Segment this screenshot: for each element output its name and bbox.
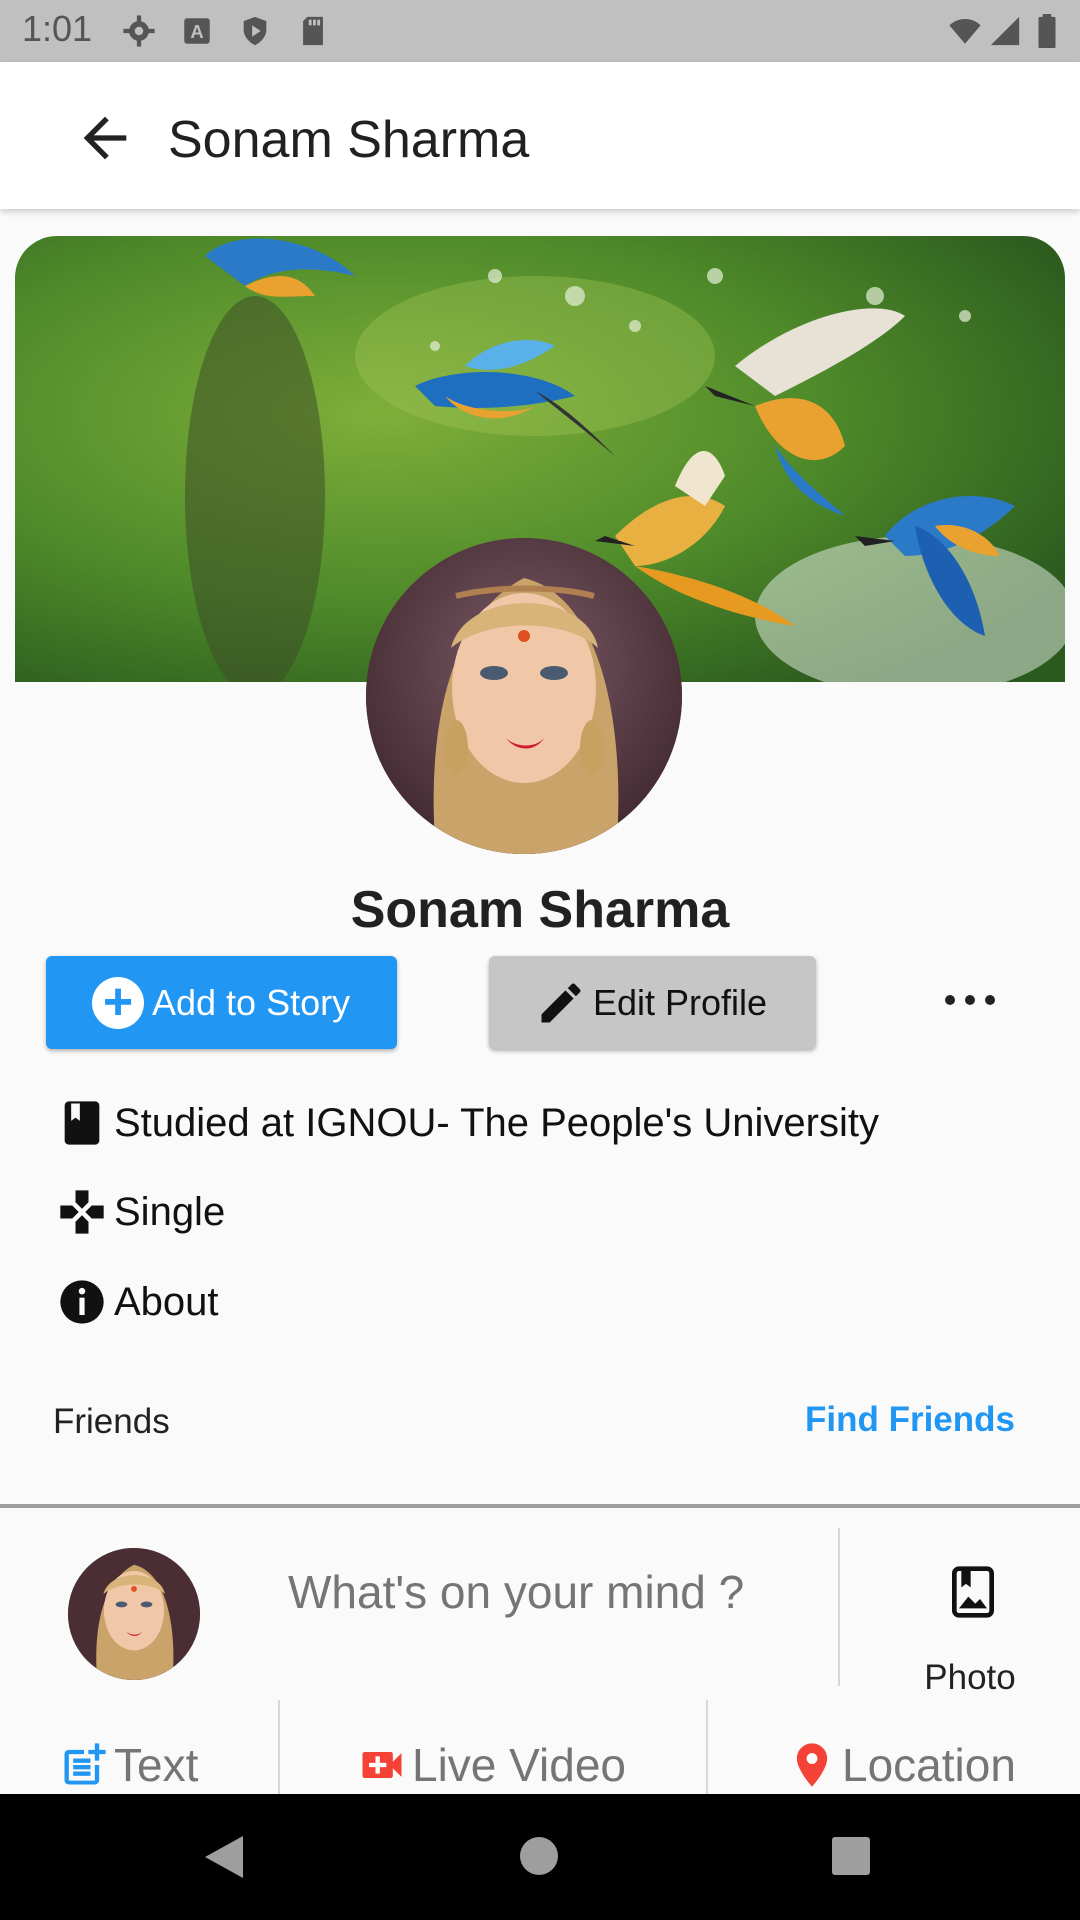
photo-label: Photo [924, 1658, 1016, 1697]
live-video-button[interactable]: Live Video [356, 1735, 626, 1795]
profile-name: Sonam Sharma [350, 881, 730, 939]
friends-label: Friends [53, 1402, 170, 1441]
video-call-icon [362, 1752, 402, 1778]
live-video-label: Live Video [412, 1739, 626, 1791]
whats-on-your-mind-input[interactable]: What's on your mind ? [288, 1565, 744, 1619]
photo-album-icon [952, 1566, 994, 1618]
add-circle-icon: + [92, 976, 144, 1029]
edit-profile-label: Edit Profile [593, 981, 768, 1023]
text-post-button[interactable]: Text [58, 1735, 198, 1795]
svg-text:A: A [190, 21, 203, 42]
status-time: 1:01 [22, 8, 93, 49]
nav-home-icon[interactable] [519, 1836, 559, 1876]
more-options-icon[interactable] [940, 985, 1000, 1015]
location-label: Location [842, 1739, 1016, 1791]
post-add-icon [64, 1743, 106, 1785]
gamepad-icon [60, 1190, 104, 1234]
info-about-row[interactable]: About [56, 1272, 219, 1332]
shield-play-icon [243, 16, 267, 46]
book-icon [64, 1101, 100, 1145]
add-to-story-button[interactable]: + Add to Story [46, 956, 397, 1049]
nav-back-icon[interactable] [203, 1834, 245, 1880]
nav-recents-icon[interactable] [831, 1836, 871, 1876]
back-arrow-icon[interactable] [70, 106, 140, 170]
info-studied-row: Studied at IGNOU- The People's Universit… [56, 1093, 879, 1153]
cell-signal-icon [990, 16, 1020, 46]
location-pin-icon [796, 1743, 828, 1787]
info-about-text: About [114, 1279, 219, 1324]
status-bar: 1:01 A [0, 0, 1080, 62]
info-relationship-text: Single [114, 1189, 226, 1234]
composer-avatar [68, 1548, 200, 1680]
keyboard-a-icon: A [184, 18, 210, 44]
vertical-separator [838, 1528, 840, 1686]
system-nav-bar [0, 1794, 1080, 1920]
app-bar: Sonam Sharma [0, 62, 1080, 209]
vertical-separator [278, 1700, 280, 1800]
battery-icon [1038, 14, 1056, 48]
location-button[interactable]: Location [786, 1735, 1016, 1795]
text-post-label: Text [114, 1739, 199, 1791]
add-to-story-label: Add to Story [152, 981, 351, 1023]
settings-icon [123, 15, 155, 47]
find-friends-link[interactable]: Find Friends [805, 1400, 1015, 1440]
section-divider [0, 1504, 1080, 1508]
edit-profile-button[interactable]: Edit Profile [489, 956, 816, 1049]
wifi-icon [949, 18, 981, 44]
app-bar-title: Sonam Sharma [168, 111, 530, 169]
vertical-separator [706, 1700, 708, 1800]
profile-avatar[interactable] [366, 538, 682, 854]
pencil-icon [541, 983, 581, 1022]
photo-button[interactable]: Photo [850, 1560, 1080, 1700]
info-studied-text: Studied at IGNOU- The People's Universit… [114, 1100, 879, 1145]
info-relationship-row: Single [56, 1182, 225, 1242]
info-icon [60, 1280, 104, 1324]
sd-card-icon [303, 16, 323, 46]
